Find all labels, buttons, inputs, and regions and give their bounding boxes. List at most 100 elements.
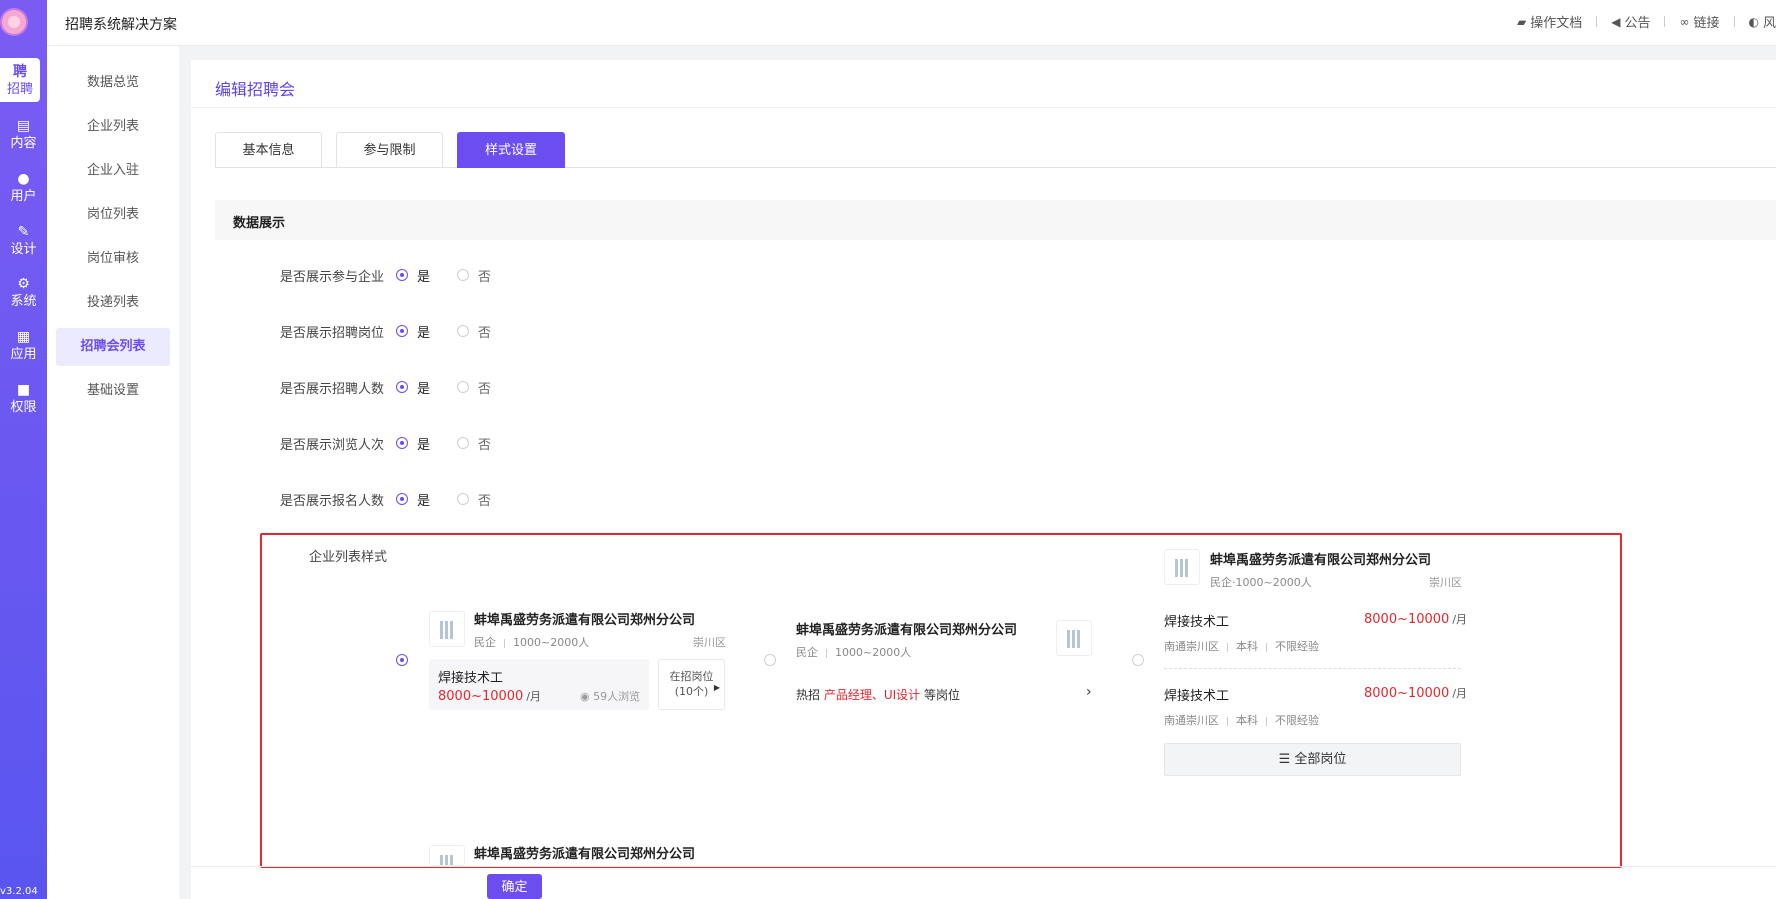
style-radio-2[interactable] [764,654,776,666]
company-name: 蚌埠禹盛劳务派遣有限公司郑州分公司 [796,623,1018,638]
tab-style-settings[interactable]: 样式设置 [457,132,565,168]
app-title: 招聘系统解决方案 [65,17,177,33]
style-radio-1[interactable] [396,654,408,666]
header-link-notice[interactable]: ◀ 公告 [1611,12,1650,32]
tab-participation-limits[interactable]: 参与限制 [336,132,443,168]
header-divider [1664,16,1666,27]
radio-yes-headcount[interactable] [396,381,408,393]
top-header: 招聘系统解决方案 ▰ 操作文档 ◀ 公告 ∞ 链接 ◐ 风 [47,0,1776,46]
company-logo [1164,549,1200,585]
company-meta: 民企 1000~2000人 [474,636,590,649]
radio-yes-label: 是 [417,382,431,397]
triangle-right-icon: ▶ [713,683,720,692]
title-divider [191,107,1776,108]
document-icon: ▤ [16,118,31,134]
header-link-docs[interactable]: ▰ 操作文档 [1516,12,1582,32]
header-links: ▰ 操作文档 ◀ 公告 ∞ 链接 ◐ 风 [1516,12,1776,32]
company-name: 蚌埠禹盛劳务派遣有限公司郑州分公司 [474,613,696,628]
radio-yes-jobs[interactable] [396,325,408,337]
app-logo [0,8,28,36]
page-title: 编辑招聘会 [215,80,296,99]
recruit-icon: 聘 [13,64,27,80]
radio-no-label: 否 [478,438,492,453]
megaphone-icon: ◀ [1611,14,1621,29]
section-header: 数据展示 [215,200,1776,240]
enterprise-style-label: 企业列表样式 [309,550,388,565]
job-salary: 8000~10000/月 [1364,686,1468,701]
rail-item-content[interactable]: ▤ 内容 [0,118,47,152]
paperclip-icon: ∞ [1679,14,1690,29]
header-divider [1733,16,1735,27]
option-row: 是否展示招聘岗位 [0,321,600,341]
company-name: 蚌埠禹盛劳务派遣有限公司郑州分公司 [474,847,696,862]
option-row: 是否展示参与企业 [0,265,600,285]
confirm-button[interactable]: 确定 [487,874,542,899]
job-title: 焊接技术工 [1164,615,1230,630]
radio-yes-label: 是 [417,438,431,453]
option-label: 是否展示招聘岗位 [279,326,384,341]
app-version: v3.2.04 [0,886,38,897]
option-row: 是否展示浏览人次 [0,433,600,453]
company-meta: 民企 1000~2000人 [796,646,912,659]
job-meta: 南通崇川区 本科 不限经验 [1164,714,1319,727]
brush-icon: ✎ [17,224,30,240]
tab-basic-info[interactable]: 基本信息 [215,132,322,168]
option-label: 是否展示报名人数 [279,494,384,509]
radio-no-jobs[interactable] [457,325,469,337]
style-radio-3[interactable] [1132,654,1144,666]
palette-icon: ◐ [1748,14,1759,29]
job-title: 焊接技术工 [1164,689,1230,704]
radio-yes-signups[interactable] [396,493,408,505]
list-icon: ☰ [1278,752,1291,767]
submenu-item-company-join[interactable]: 企业入驻 [56,152,170,190]
hot-jobs-line: 热招 产品经理、UI设计 等岗位 [796,688,961,702]
option-label: 是否展示参与企业 [279,270,384,285]
radio-no-label: 否 [478,382,492,397]
job-meta: 南通崇川区 本科 不限经验 [1164,640,1319,653]
chevron-right-icon[interactable]: › [1086,684,1092,700]
company-logo [429,845,465,866]
folder-icon: ▰ [1516,14,1527,29]
job-salary: 8000~10000/月 [438,689,542,704]
radio-no-label: 否 [478,494,492,509]
radio-yes-label: 是 [417,326,431,341]
radio-no-views[interactable] [457,437,469,449]
company-type-size: 民企·1000~2000人 [1210,576,1312,589]
job-title: 焊接技术工 [438,671,504,686]
submenu-item-overview[interactable]: 数据总览 [56,64,170,102]
company-logo [429,611,465,647]
option-label: 是否展示招聘人数 [279,382,384,397]
company-logo [1056,620,1092,656]
radio-no-companies[interactable] [457,269,469,281]
radio-no-label: 否 [478,326,492,341]
radio-no-label: 否 [478,270,492,285]
eye-icon: ◉ [580,690,590,703]
option-label: 是否展示浏览人次 [279,438,384,453]
submenu-item-companies[interactable]: 企业列表 [56,108,170,146]
radio-yes-companies[interactable] [396,269,408,281]
sub-menu: 数据总览 企业列表 企业入驻 岗位列表 岗位审核 投递列表 招聘会列表 基础设置 [47,46,179,899]
header-link-links[interactable]: ∞ 链接 [1679,12,1719,32]
header-link-style[interactable]: ◐ 风 [1748,12,1776,32]
open-positions-button[interactable]: 在招岗位 (10个) ▶ [658,659,725,710]
option-row: 是否展示招聘人数 [0,377,600,397]
footer-divider [191,866,1776,867]
radio-no-signups[interactable] [457,493,469,505]
rail-item-design[interactable]: ✎ 设计 [0,224,47,258]
submenu-item-deliveries[interactable]: 投递列表 [56,284,170,322]
rail-item-recruit[interactable]: 聘 招聘 [0,58,40,102]
job-divider [1164,668,1461,669]
submenu-item-jobs[interactable]: 岗位列表 [56,196,170,234]
all-jobs-button[interactable]: ☰ 全部岗位 [1164,743,1461,776]
company-name: 蚌埠禹盛劳务派遣有限公司郑州分公司 [1210,553,1432,568]
tab-bar: 基本信息 参与限制 样式设置 [215,132,1776,168]
company-district: 崇川区 [1429,576,1462,589]
user-icon: ● [17,171,30,187]
rail-item-users[interactable]: ● 用户 [0,171,47,205]
radio-yes-label: 是 [417,494,431,509]
header-divider [1596,16,1598,27]
section-title: 数据展示 [233,216,286,231]
radio-no-headcount[interactable] [457,381,469,393]
radio-yes-views[interactable] [396,437,408,449]
job-salary: 8000~10000/月 [1364,612,1468,627]
